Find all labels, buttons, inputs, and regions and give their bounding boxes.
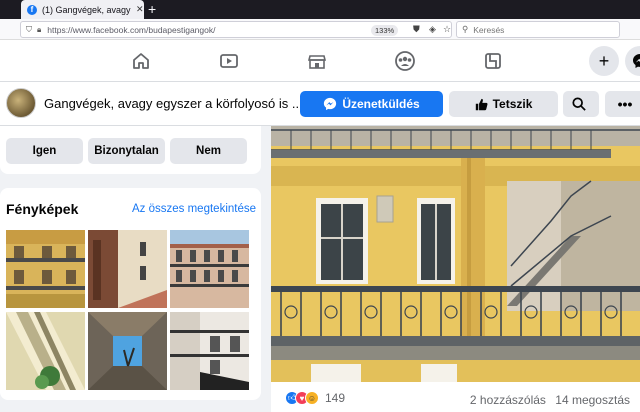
poll-option-unsure[interactable]: Bizonytalan	[88, 138, 165, 164]
plus-icon: +	[598, 50, 610, 71]
url-text[interactable]: https://www.facebook.com/budapestigangok…	[47, 25, 215, 35]
shield-icon[interactable]: ⛉	[26, 25, 32, 35]
new-tab-icon[interactable]: +	[148, 2, 156, 16]
pocket-icon[interactable]: ⛊	[413, 24, 420, 35]
groups-icon[interactable]	[393, 49, 417, 73]
search-icon: ⚲	[462, 24, 469, 34]
photo-thumbnail[interactable]	[170, 230, 249, 308]
search-icon	[571, 97, 586, 111]
photo-thumbnail[interactable]	[6, 230, 85, 308]
browser-tab-active[interactable]: f (1) Gangvégek, avagy egyszer a ✕	[21, 0, 144, 19]
photo-thumbnail[interactable]	[88, 230, 167, 308]
gaming-icon[interactable]	[481, 49, 505, 73]
message-button-label: Üzenetküldés	[342, 97, 420, 111]
page-search-button[interactable]	[563, 91, 599, 117]
lock-icon[interactable]: 🔒︎	[37, 25, 41, 35]
more-options-button[interactable]: •••	[605, 91, 640, 117]
facebook-favicon-icon: f	[27, 4, 37, 15]
home-icon[interactable]	[129, 49, 153, 73]
poll-option-no[interactable]: Nem	[170, 138, 247, 164]
reaction-count: 149	[325, 391, 346, 405]
search-placeholder: Keresés	[473, 24, 505, 35]
see-all-photos-link[interactable]: Az összes megtekintése	[132, 203, 256, 215]
zoom-indicator[interactable]: 133%	[371, 25, 399, 36]
page-header: Gangvégek, avagy egyszer a körfolyosó is…	[0, 82, 640, 126]
wow-reaction-icon: ☺	[305, 391, 319, 405]
search-bar[interactable]: ⚲ Keresés	[456, 21, 620, 38]
post-photo[interactable]	[271, 126, 640, 382]
poll-option-yes[interactable]: Igen	[6, 138, 83, 164]
reaction-summary[interactable]: 👍︎ ♥ ☺ 149	[285, 391, 345, 405]
tab-list-button[interactable]	[0, 0, 20, 19]
photo-thumbnail[interactable]	[88, 312, 167, 390]
photos-card: Fényképek Az összes megtekintése	[0, 188, 261, 400]
page-title[interactable]: Gangvégek, avagy egyszer a körfolyosó is…	[44, 96, 303, 111]
photo-thumbnail[interactable]	[6, 312, 85, 390]
tab-close-icon[interactable]: ✕	[136, 4, 144, 15]
message-button[interactable]: Üzenetküldés	[300, 91, 443, 117]
messenger-icon	[324, 97, 337, 111]
poll-card: Igen Bizonytalan Nem	[0, 126, 261, 174]
share-count-link[interactable]: 14 megosztás	[555, 393, 630, 407]
messenger-button[interactable]	[625, 46, 640, 76]
page-avatar[interactable]	[6, 88, 36, 118]
messenger-icon	[633, 54, 640, 68]
like-page-button[interactable]: Tetszik	[449, 91, 558, 117]
more-dots-icon: •••	[617, 96, 633, 112]
comment-count-link[interactable]: 2 hozzászólás	[470, 393, 546, 407]
like-button-label: Tetszik	[492, 97, 533, 111]
marketplace-icon[interactable]	[305, 49, 329, 73]
post-card: 👍︎ ♥ ☺ 149 2 hozzászólás 14 megosztás	[271, 126, 640, 412]
url-bar[interactable]: ⛉ 🔒︎ https://www.facebook.com/budapestig…	[20, 21, 452, 38]
watch-video-icon[interactable]	[217, 49, 241, 73]
create-plus-button[interactable]: +	[589, 46, 619, 76]
browser-tab-strip: f (1) Gangvégek, avagy egyszer a ✕ +	[0, 0, 640, 19]
photos-card-title: Fényképek	[6, 201, 79, 217]
post-stats: 2 hozzászólás 14 megosztás	[470, 393, 630, 407]
photo-thumbnail[interactable]	[170, 312, 249, 390]
thumbs-up-icon	[475, 98, 488, 110]
browser-toolbar: ⛉ 🔒︎ https://www.facebook.com/budapestig…	[0, 19, 640, 40]
bookmark-star-icon[interactable]: ☆	[443, 24, 451, 35]
facebook-nav-bar: +	[0, 40, 640, 82]
shield-check-icon[interactable]: ◈	[429, 24, 436, 35]
tab-title: (1) Gangvégek, avagy egyszer a	[42, 4, 132, 15]
